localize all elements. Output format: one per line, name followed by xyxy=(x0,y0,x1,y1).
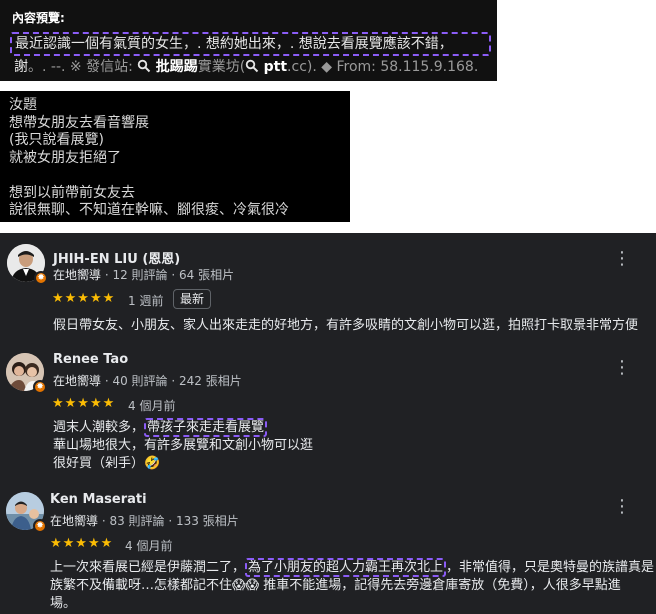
review-text: 假日帶女友、小朋友、家人出來走走的好地方，有許多吸睛的文創小物可以逛，拍照打卡取… xyxy=(53,318,639,333)
reviewer-meta: 在地嚮導 · 40 則評論 · 242 張相片 xyxy=(53,372,242,389)
review-text-part: 上一次來看展已經是伊藤潤二了， xyxy=(50,560,246,575)
preview-second-line: 謝。. --. ※ 發信站: 批踢踢實業坊( ptt.cc). ◆ From: … xyxy=(14,58,478,76)
local-guide-label: 在地嚮導 xyxy=(50,514,99,528)
review-item: ✸ Ken Maserati 在地嚮導 · 83 則評論 · 133 張相片 ⋮… xyxy=(0,483,656,614)
reviewer-name[interactable]: Renee Tao xyxy=(53,352,128,367)
preview-highlight-ptt: ptt xyxy=(263,59,288,75)
local-guide-label: 在地嚮導 xyxy=(53,268,102,282)
review-time: 4 個月前 xyxy=(125,539,173,553)
review-text-part: ，非常值得，只是奧特曼的族譜真是 xyxy=(446,560,655,575)
rating-stars: ★★★★★ xyxy=(52,291,116,306)
more-vert-icon[interactable]: ⋮ xyxy=(613,247,631,271)
preview-from-text: .cc). ◆ From: 58.115.9.168. xyxy=(287,59,479,75)
search-icon xyxy=(138,59,151,73)
reviewer-stats: · 83 則評論 · 133 張相片 xyxy=(98,514,239,528)
reviewer-meta: 在地嚮導 · 12 則評論 · 64 張相片 xyxy=(53,266,234,283)
preview-site-text: 實業坊( xyxy=(197,59,246,75)
local-guide-badge-icon: ✸ xyxy=(34,271,48,285)
preview-signature-text: 。. --. ※ 發信站: xyxy=(28,59,138,75)
review-item: ✸ Renee Tao 在地嚮導 · 40 則評論 · 242 張相片 ⋮ ★★… xyxy=(0,343,656,483)
rating-stars: ★★★★★ xyxy=(52,396,116,411)
more-vert-icon[interactable]: ⋮ xyxy=(613,356,631,380)
reviewer-name[interactable]: Ken Maserati xyxy=(50,492,147,507)
post-body: 汝題 想帶女朋友去看音響展 (我只說看展覽) 就被女朋友拒絕了 想到以前帶前女友… xyxy=(9,97,289,218)
reviewer-meta: 在地嚮導 · 83 則評論 · 133 張相片 xyxy=(50,512,239,529)
reviews-panel: ✸ JHIH-EN LIU (恩恩) 在地嚮導 · 12 則評論 · 64 張相… xyxy=(0,233,656,614)
avatar[interactable]: ✸ xyxy=(6,492,47,533)
avatar[interactable]: ✸ xyxy=(7,244,48,285)
preview-highlight-ptt-name: 批踢踢 xyxy=(155,59,198,75)
reviewer-stats: · 12 則評論 · 64 張相片 xyxy=(101,268,235,282)
local-guide-badge-icon: ✸ xyxy=(33,519,47,533)
reviewer-name[interactable]: JHIH-EN LIU (恩恩) xyxy=(53,248,180,267)
highlighted-phrase: 為了小朋友的超人力霸王再次北上 xyxy=(245,558,447,577)
review-time: 4 個月前 xyxy=(128,399,176,413)
more-vert-icon[interactable]: ⋮ xyxy=(613,495,631,519)
post-panel: 汝題 想帶女朋友去看音響展 (我只說看展覽) 就被女朋友拒絕了 想到以前帶前女友… xyxy=(0,91,350,222)
avatar[interactable]: ✸ xyxy=(6,353,47,394)
local-guide-label: 在地嚮導 xyxy=(53,374,102,388)
review-time: 1 週前 xyxy=(128,294,164,308)
review-text-part: 週末人潮較多， xyxy=(53,420,145,435)
preview-label: 內容預覽: xyxy=(12,11,65,25)
review-text-line: 上一次來看展已經是伊藤潤二了， 為了小朋友的超人力霸王再次北上 ，非常值得，只是奧特… xyxy=(50,558,655,577)
search-icon xyxy=(245,59,259,73)
preview-first-line: 最近認識一個有氣質的女生，. 想約她出來，. 想說去看展覽應該不錯， xyxy=(10,32,491,56)
review-text-line: 華山場地很大，有許多展覽和文創小物可以逛 xyxy=(53,438,314,453)
reviewer-stats: · 40 則評論 · 242 張相片 xyxy=(101,374,242,388)
content-preview-panel: 內容預覽: 最近認識一個有氣質的女生，. 想約她出來，. 想說去看展覽應該不錯，… xyxy=(0,0,497,81)
newest-badge: 最新 xyxy=(173,289,212,309)
review-text-line: 族繁不及備載呀…怎樣都記不住😱😱 推車不能進場，記得先去旁邊倉庫寄放（免費），人… xyxy=(50,578,621,593)
preview-text-thanks: 謝 xyxy=(14,59,28,75)
review-text-line: 很好買（剁手）🤣 xyxy=(53,456,161,471)
review-item: ✸ JHIH-EN LIU (恩恩) 在地嚮導 · 12 則評論 · 64 張相… xyxy=(0,233,656,343)
review-text-line: 週末人潮較多， 帶孩子來走走看展覽 xyxy=(53,418,268,437)
local-guide-badge-icon: ✸ xyxy=(33,380,47,394)
review-text-line: 場。 xyxy=(50,596,77,611)
rating-stars: ★★★★★ xyxy=(50,536,114,551)
highlighted-phrase: 帶孩子來走走看展覽 xyxy=(144,418,268,437)
